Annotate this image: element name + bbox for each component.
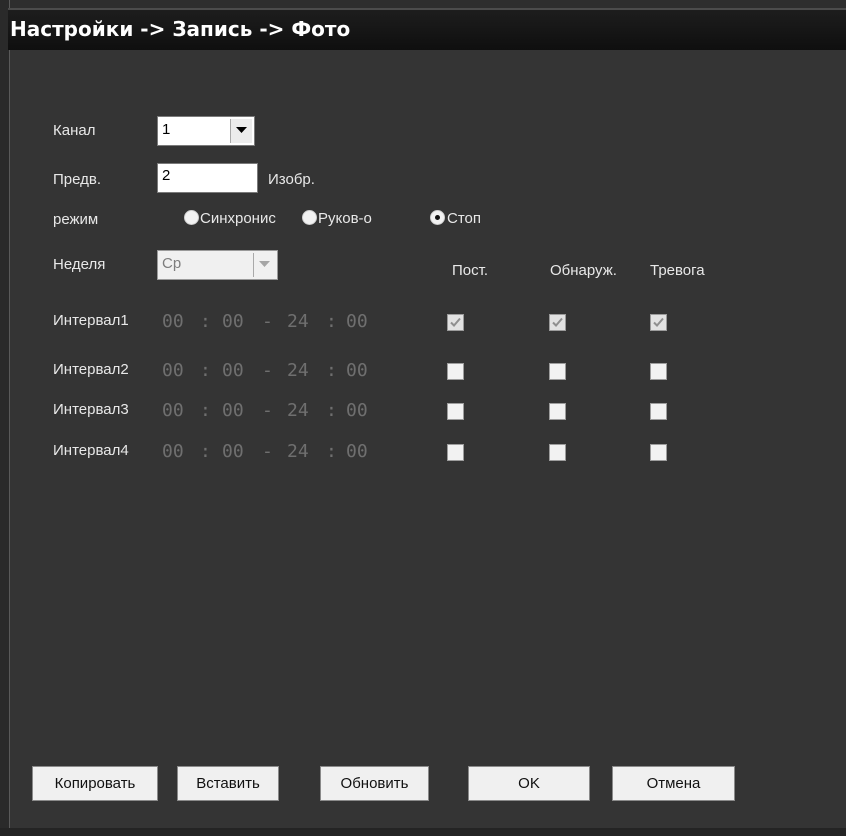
mode-label: режим (53, 211, 99, 228)
prerecord-label: Предв. (53, 171, 102, 188)
column-header-alarm: Тревога (650, 262, 705, 279)
range-separator: - (262, 311, 273, 332)
chevron-down-icon[interactable] (253, 253, 275, 277)
prerecord-unit: Изобр. (268, 171, 315, 188)
chevron-down-icon[interactable] (230, 119, 252, 143)
interval-start-minute[interactable]: 00 (222, 400, 244, 421)
alarm-checkbox[interactable] (650, 363, 667, 380)
mode-sync-label[interactable]: Синхронис (200, 210, 298, 227)
window-frame-left (0, 0, 10, 836)
settings-window: Настройки -> Запись -> Фото Канал 1 Пред… (0, 0, 846, 836)
interval-label: Интервал2 (53, 361, 129, 378)
paste-button[interactable]: Вставить (177, 766, 279, 801)
time-separator: : (200, 311, 211, 332)
constant-checkbox[interactable] (447, 314, 464, 331)
range-separator: - (262, 441, 273, 462)
interval-start-hour[interactable]: 00 (162, 441, 184, 462)
channel-select[interactable]: 1 (157, 116, 255, 146)
detect-checkbox[interactable] (549, 314, 566, 331)
range-separator: - (262, 400, 273, 421)
window-frame-bottom (0, 828, 846, 836)
time-separator: : (200, 360, 211, 381)
interval-end-hour[interactable]: 24 (287, 441, 309, 462)
week-select[interactable]: Ср (157, 250, 278, 280)
detect-checkbox[interactable] (549, 444, 566, 461)
interval-start-hour[interactable]: 00 (162, 311, 184, 332)
window-title: Настройки -> Запись -> Фото (10, 17, 351, 41)
checkmark-icon (450, 317, 461, 327)
time-separator: : (326, 360, 337, 381)
interval-start-hour[interactable]: 00 (162, 400, 184, 421)
mode-manual-label[interactable]: Руков-о (318, 210, 372, 227)
ok-button[interactable]: OK (468, 766, 590, 801)
constant-checkbox[interactable] (447, 363, 464, 380)
interval-label: Интервал4 (53, 442, 129, 459)
interval-label: Интервал1 (53, 312, 129, 329)
channel-value: 1 (162, 121, 171, 138)
week-label: Неделя (53, 256, 106, 273)
checkmark-icon (653, 317, 664, 327)
mode-sync-radio[interactable] (184, 210, 199, 225)
channel-label: Канал (53, 122, 96, 139)
interval-start-minute[interactable]: 00 (222, 441, 244, 462)
interval-end-hour[interactable]: 24 (287, 360, 309, 381)
checkmark-icon (552, 317, 563, 327)
interval-end-minute[interactable]: 00 (346, 311, 368, 332)
detect-checkbox[interactable] (549, 403, 566, 420)
interval-start-hour[interactable]: 00 (162, 360, 184, 381)
interval-end-minute[interactable]: 00 (346, 441, 368, 462)
time-separator: : (326, 441, 337, 462)
time-separator: : (326, 400, 337, 421)
constant-checkbox[interactable] (447, 444, 464, 461)
mode-manual-radio[interactable] (302, 210, 317, 225)
mode-stop-label[interactable]: Стоп (447, 210, 481, 227)
title-bar: Настройки -> Запись -> Фото (8, 8, 846, 50)
time-separator: : (326, 311, 337, 332)
alarm-checkbox[interactable] (650, 403, 667, 420)
cancel-button[interactable]: Отмена (612, 766, 735, 801)
column-header-constant: Пост. (452, 262, 488, 279)
detect-checkbox[interactable] (549, 363, 566, 380)
interval-label: Интервал3 (53, 401, 129, 418)
constant-checkbox[interactable] (447, 403, 464, 420)
copy-button[interactable]: Копировать (32, 766, 158, 801)
interval-end-hour[interactable]: 24 (287, 400, 309, 421)
alarm-checkbox[interactable] (650, 314, 667, 331)
range-separator: - (262, 360, 273, 381)
mode-stop-radio[interactable] (430, 210, 445, 225)
prerecord-input[interactable]: 2 (157, 163, 258, 193)
interval-end-minute[interactable]: 00 (346, 360, 368, 381)
interval-end-minute[interactable]: 00 (346, 400, 368, 421)
time-separator: : (200, 441, 211, 462)
week-value: Ср (162, 255, 182, 272)
refresh-button[interactable]: Обновить (320, 766, 429, 801)
column-header-detect: Обнаруж. (550, 262, 617, 279)
interval-start-minute[interactable]: 00 (222, 360, 244, 381)
alarm-checkbox[interactable] (650, 444, 667, 461)
time-separator: : (200, 400, 211, 421)
interval-start-minute[interactable]: 00 (222, 311, 244, 332)
interval-end-hour[interactable]: 24 (287, 311, 309, 332)
